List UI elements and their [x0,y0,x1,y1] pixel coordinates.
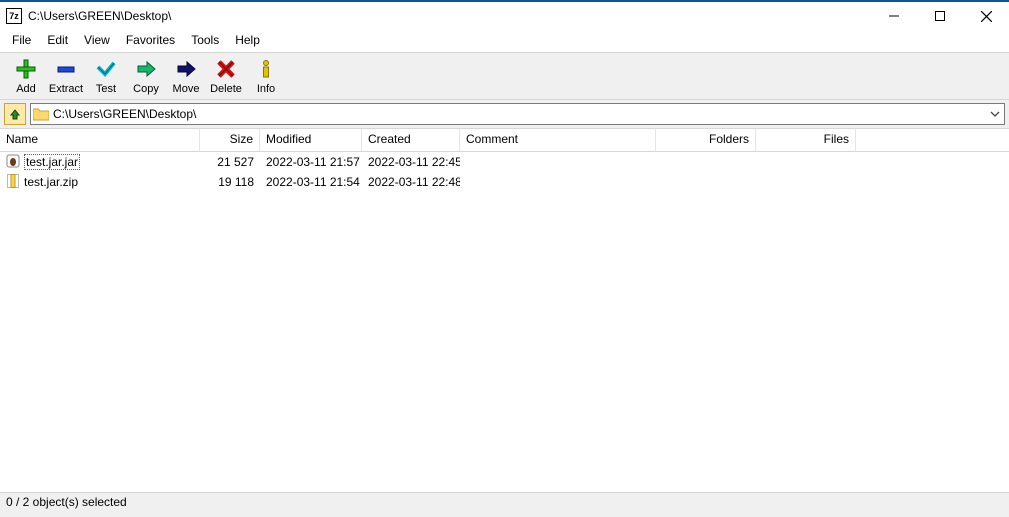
col-header-files[interactable]: Files [756,129,856,151]
menu-tools[interactable]: Tools [183,31,227,49]
col-header-folders[interactable]: Folders [656,129,756,151]
statusbar: 0 / 2 object(s) selected [0,492,1009,517]
extract-label: Extract [49,83,83,95]
col-header-name[interactable]: Name [0,129,200,151]
list-row[interactable]: test.jar.jar 21 5272022-03-11 21:572022-0… [0,152,1009,172]
file-icon [6,174,20,191]
file-modified: 2022-03-11 21:54 [260,175,362,189]
arrow-right-blue-icon [174,57,198,81]
add-button[interactable]: Add [6,57,46,95]
info-button[interactable]: Info [246,57,286,95]
file-created: 2022-03-11 22:48 [362,175,460,189]
up-arrow-icon [9,108,21,120]
minus-icon [54,57,78,81]
info-icon [254,57,278,81]
copy-label: Copy [133,83,159,95]
app-icon: 7z [6,8,22,24]
plus-icon [14,57,38,81]
minimize-button[interactable] [871,2,917,30]
address-combo[interactable]: C:\Users\GREEN\Desktop\ [30,103,1005,125]
file-size: 21 527 [200,155,260,169]
file-created: 2022-03-11 22:45 [362,155,460,169]
test-button[interactable]: Test [86,57,126,95]
file-icon [6,154,20,171]
menu-file[interactable]: File [4,31,39,49]
test-label: Test [96,83,116,95]
move-label: Move [173,83,200,95]
file-size: 19 118 [200,175,260,189]
file-name: test.jar.zip [24,175,78,189]
extract-button[interactable]: Extract [46,57,86,95]
col-header-size[interactable]: Size [200,129,260,151]
menubar: File Edit View Favorites Tools Help [0,30,1009,52]
copy-button[interactable]: Copy [126,57,166,95]
list-row[interactable]: test.jar.zip 19 1182022-03-11 21:542022-0… [0,172,1009,192]
status-text: 0 / 2 object(s) selected [6,495,127,509]
file-modified: 2022-03-11 21:57 [260,155,362,169]
file-name: test.jar.jar [24,155,80,169]
chevron-down-icon [990,111,1000,117]
menu-favorites[interactable]: Favorites [118,31,183,49]
x-icon [214,57,238,81]
window-title: C:\Users\GREEN\Desktop\ [28,9,171,23]
delete-label: Delete [210,83,242,95]
move-button[interactable]: Move [166,57,206,95]
info-label: Info [257,83,275,95]
col-header-created[interactable]: Created [362,129,460,151]
address-bar: C:\Users\GREEN\Desktop\ [0,100,1009,129]
address-path: C:\Users\GREEN\Desktop\ [53,107,196,121]
menu-help[interactable]: Help [227,31,268,49]
delete-button[interactable]: Delete [206,57,246,95]
close-button[interactable] [963,2,1009,30]
add-label: Add [16,83,36,95]
col-header-modified[interactable]: Modified [260,129,362,151]
col-header-comment[interactable]: Comment [460,129,656,151]
menu-view[interactable]: View [76,31,118,49]
toolbar: Add Extract Test Copy Move [0,53,1009,100]
titlebar: 7z C:\Users\GREEN\Desktop\ [0,2,1009,30]
menu-edit[interactable]: Edit [39,31,76,49]
arrow-right-green-icon [134,57,158,81]
file-list[interactable]: Name Size Modified Created Comment Folde… [0,129,1009,492]
list-header: Name Size Modified Created Comment Folde… [0,129,1009,152]
check-icon [94,57,118,81]
maximize-button[interactable] [917,2,963,30]
up-one-level-button[interactable] [4,103,26,125]
folder-icon [33,107,49,121]
